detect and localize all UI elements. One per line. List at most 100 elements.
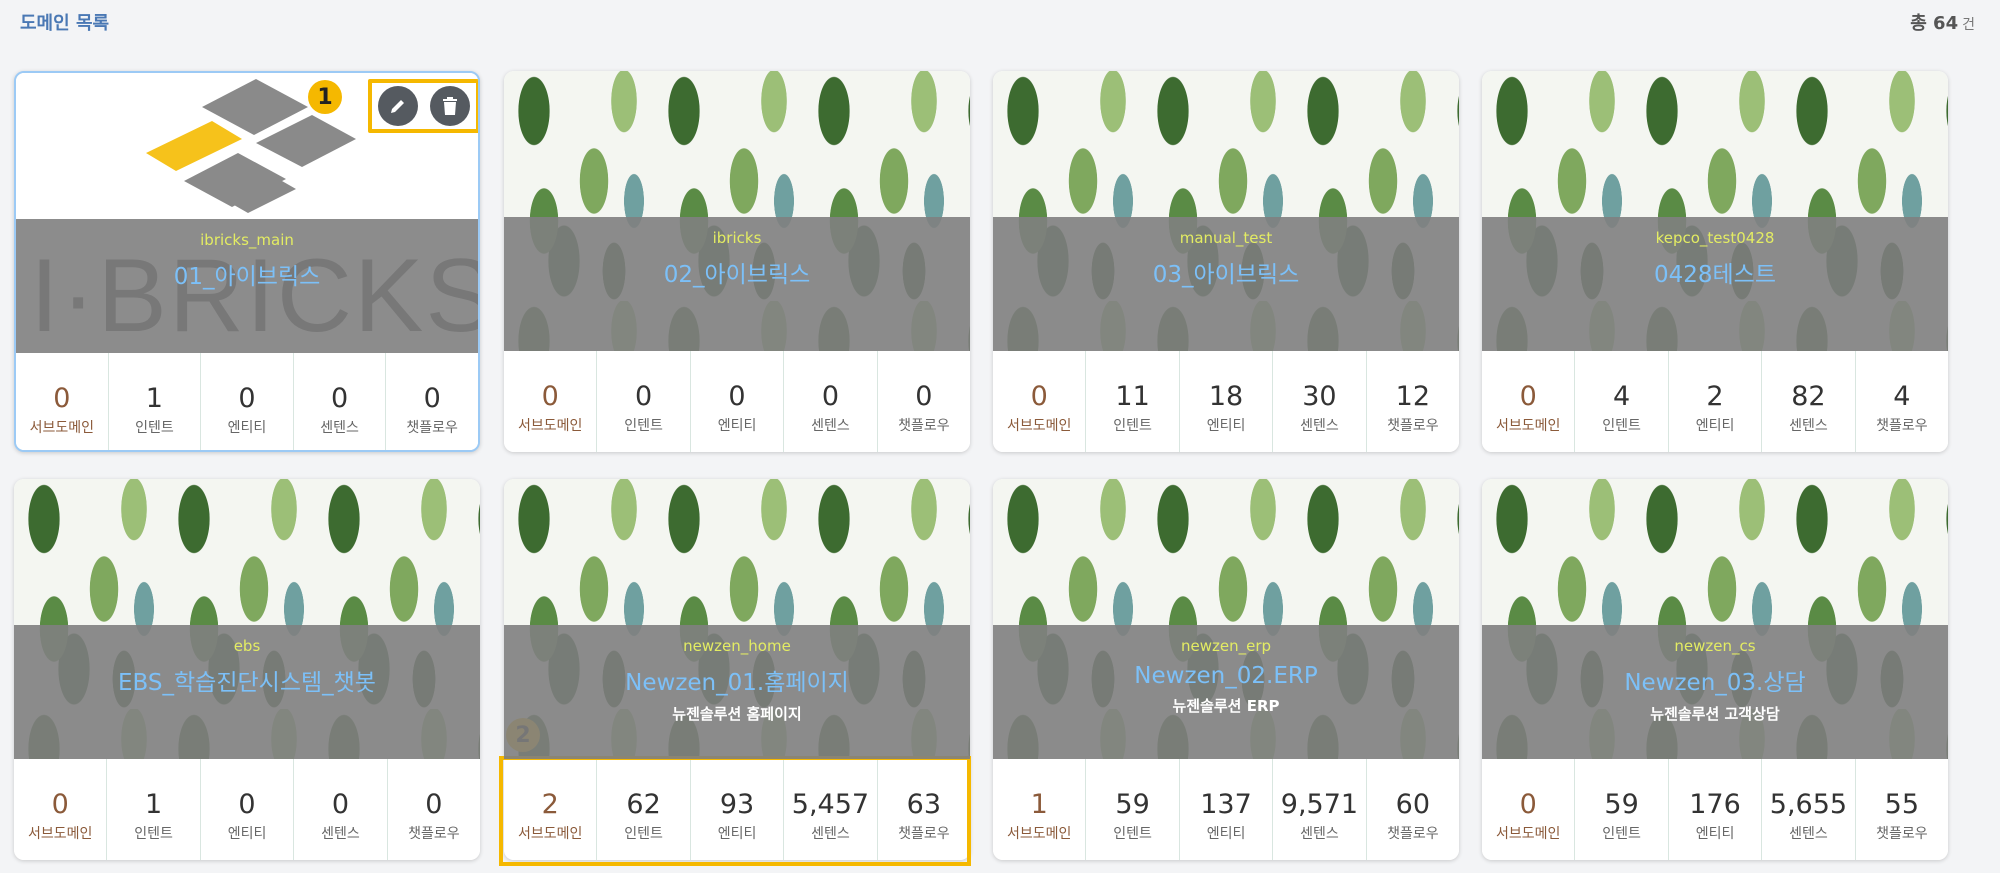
stat-chatflow[interactable]: 60 챗플로우 — [1367, 759, 1459, 860]
domain-info-band: ibricks_main 01_아이브릭스 — [16, 219, 478, 353]
total-prefix: 총 — [1910, 13, 1927, 34]
domain-name[interactable]: 02_아이브릭스 — [504, 255, 970, 289]
stat-subdomain[interactable]: 0 서브도메인 — [504, 351, 598, 452]
stat-chatflow[interactable]: 0 챗플로우 — [388, 759, 480, 860]
domain-name[interactable]: EBS_학습진단시스템_챗봇 — [14, 663, 480, 697]
stat-chatflow[interactable]: 12 챗플로우 — [1367, 351, 1459, 452]
stat-chatflow[interactable]: 0 챗플로우 — [878, 351, 970, 452]
stat-sentence[interactable]: 30 센텐스 — [1273, 351, 1367, 452]
domain-card[interactable]: ebs EBS_학습진단시스템_챗봇 0 서브도메인 1 인텐트 0 엔티티 0 센텐스 0 챗플로우 — [14, 479, 480, 860]
domain-info-band: kepco_test0428 0428테스트 — [1482, 217, 1948, 351]
stat-value: 1 — [145, 789, 163, 820]
stat-sentence[interactable]: 0 센텐스 — [784, 351, 878, 452]
domain-card[interactable]: kepco_test0428 0428테스트 0 서브도메인 4 인텐트 2 엔티티 82 센텐스… — [1482, 71, 1948, 452]
domain-info-band: newzen_erp Newzen_02.ERP 뉴젠솔루션 ERP — [993, 625, 1459, 759]
stat-value: 59 — [1115, 789, 1150, 820]
stat-subdomain[interactable]: 0 서브도메인 — [14, 759, 108, 860]
stat-label: 챗플로우 — [1387, 418, 1439, 434]
domain-name[interactable]: Newzen_01.홈페이지 — [504, 663, 970, 697]
stat-value: 0 — [1519, 381, 1537, 412]
stat-intent[interactable]: 1 인텐트 — [107, 759, 201, 860]
domain-card[interactable]: manual_test 03_아이브릭스 0 서브도메인 11 인텐트 18 엔티티 30 센텐스… — [993, 71, 1459, 452]
page-title: 도메인 목록 — [20, 13, 110, 34]
stat-chatflow[interactable]: 0 챗플로우 — [386, 353, 478, 450]
domain-card[interactable]: newzen_cs Newzen_03.상담뉴젠솔루션 고객상담 0 서브도메인 59 인… — [1482, 479, 1948, 860]
domain-info-band: ebs EBS_학습진단시스템_챗봇 — [14, 625, 480, 759]
stat-entity[interactable]: 0 엔티티 — [691, 351, 785, 452]
stat-value: 9,571 — [1280, 789, 1359, 820]
stat-label: 엔티티 — [717, 418, 757, 434]
stat-sentence[interactable]: 0 센텐스 — [294, 353, 387, 450]
stat-label: 서브도메인 — [518, 418, 583, 434]
stat-label: 인텐트 — [1602, 826, 1641, 842]
stat-label: 센텐스 — [811, 418, 850, 434]
domain-name[interactable]: Newzen_03.상담 — [1482, 663, 1948, 697]
stat-value: 0 — [51, 789, 69, 820]
domain-name[interactable]: 03_아이브릭스 — [993, 255, 1459, 289]
domain-info-band: newzen_home Newzen_01.홈페이지 뉴젠솔루션 홈페이지 — [504, 625, 970, 759]
stat-label: 인텐트 — [1113, 418, 1152, 434]
stat-label: 인텐트 — [134, 826, 173, 842]
stat-entity[interactable]: 0 엔티티 — [201, 353, 294, 450]
stat-label: 챗플로우 — [898, 418, 950, 434]
stat-entity[interactable]: 0 엔티티 — [201, 759, 295, 860]
stat-label: 엔티티 — [227, 420, 267, 436]
stat-intent[interactable]: 0 인텐트 — [597, 351, 691, 452]
stat-intent[interactable]: 59 인텐트 — [1086, 759, 1180, 860]
stat-value: 5,655 — [1769, 789, 1848, 820]
domain-code: manual_test — [1179, 229, 1273, 247]
stat-label: 엔티티 — [1695, 826, 1735, 842]
stat-subdomain[interactable]: 0 서브도메인 — [1482, 759, 1576, 860]
stat-subdomain[interactable]: 1 서브도메인 — [993, 759, 1087, 860]
domain-name[interactable]: 0428테스트 — [1482, 255, 1948, 289]
stat-label: 인텐트 — [135, 420, 174, 436]
domain-description: 뉴젠솔루션 홈페이지 — [672, 705, 802, 723]
stat-value: 82 — [1791, 381, 1826, 412]
stat-value: 0 — [331, 789, 350, 820]
stat-chatflow[interactable]: 55 챗플로우 — [1856, 759, 1948, 860]
domain-stats: 0 서브도메인 1 인텐트 0 엔티티 0 센텐스 0 챗플로우 — [14, 759, 480, 860]
stat-value: 0 — [728, 381, 746, 412]
stat-entity[interactable]: 176 엔티티 — [1669, 759, 1763, 860]
stat-value: 137 — [1200, 789, 1252, 820]
stat-chatflow[interactable]: 4 챗플로우 — [1856, 351, 1948, 452]
stat-value: 12 — [1395, 381, 1430, 412]
stat-value: 0 — [425, 789, 443, 820]
stat-value: 0 — [635, 381, 653, 412]
edit-button[interactable] — [378, 86, 418, 126]
stat-subdomain[interactable]: 0 서브도메인 — [16, 353, 109, 450]
stat-intent[interactable]: 59 인텐트 — [1575, 759, 1669, 860]
stat-sentence[interactable]: 5,655 센텐스 — [1762, 759, 1856, 860]
stat-intent[interactable]: 4 인텐트 — [1575, 351, 1669, 452]
stat-value: 18 — [1208, 381, 1244, 412]
stat-subdomain[interactable]: 0 서브도메인 — [1482, 351, 1576, 452]
stat-label: 서브도메인 — [1496, 418, 1561, 434]
stat-sentence[interactable]: 82 센텐스 — [1762, 351, 1856, 452]
domain-name[interactable]: Newzen_02.ERP — [993, 663, 1459, 689]
domain-code: newzen_cs — [1674, 637, 1756, 655]
delete-button[interactable] — [430, 86, 470, 126]
domain-card[interactable]: I·BRICKSibricks_main01_아이브릭스0서브도메인1인텐트0엔… — [14, 71, 480, 452]
domain-code: kepco_test0428 — [1655, 229, 1775, 247]
stat-subdomain[interactable]: 0 서브도메인 — [993, 351, 1087, 452]
domain-name[interactable]: 01_아이브릭스 — [16, 257, 478, 291]
stat-entity[interactable]: 18 엔티티 — [1180, 351, 1274, 452]
domain-card[interactable]: newzen_erp Newzen_02.ERP 뉴젠솔루션 ERP 1 서브도메인 59… — [993, 479, 1459, 860]
stat-sentence[interactable]: 0 센텐스 — [294, 759, 388, 860]
stat-value: 2 — [1706, 381, 1724, 412]
domain-card[interactable]: ibricks 02_아이브릭스 0 서브도메인 0 인텐트 0 엔티티 0 센텐스 0 챗플로우 — [504, 71, 970, 452]
stat-entity[interactable]: 2 엔티티 — [1669, 351, 1763, 452]
pencil-icon — [391, 100, 404, 113]
callout-marker-1: 1 — [308, 80, 342, 114]
stat-sentence[interactable]: 9,571 센텐스 — [1273, 759, 1367, 860]
stat-value: 11 — [1115, 381, 1150, 412]
stat-intent[interactable]: 11 인텐트 — [1086, 351, 1180, 452]
stat-label: 센텐스 — [1300, 418, 1339, 434]
stat-value: 4 — [1613, 381, 1631, 412]
stat-intent[interactable]: 1 인텐트 — [109, 353, 202, 450]
total-unit: 건 — [1962, 17, 1975, 33]
domain-description: 뉴젠솔루션 고객상담 — [1650, 705, 1780, 723]
stat-entity[interactable]: 137 엔티티 — [1180, 759, 1274, 860]
stat-label: 센텐스 — [1300, 826, 1339, 842]
stat-label: 챗플로우 — [1387, 826, 1439, 842]
